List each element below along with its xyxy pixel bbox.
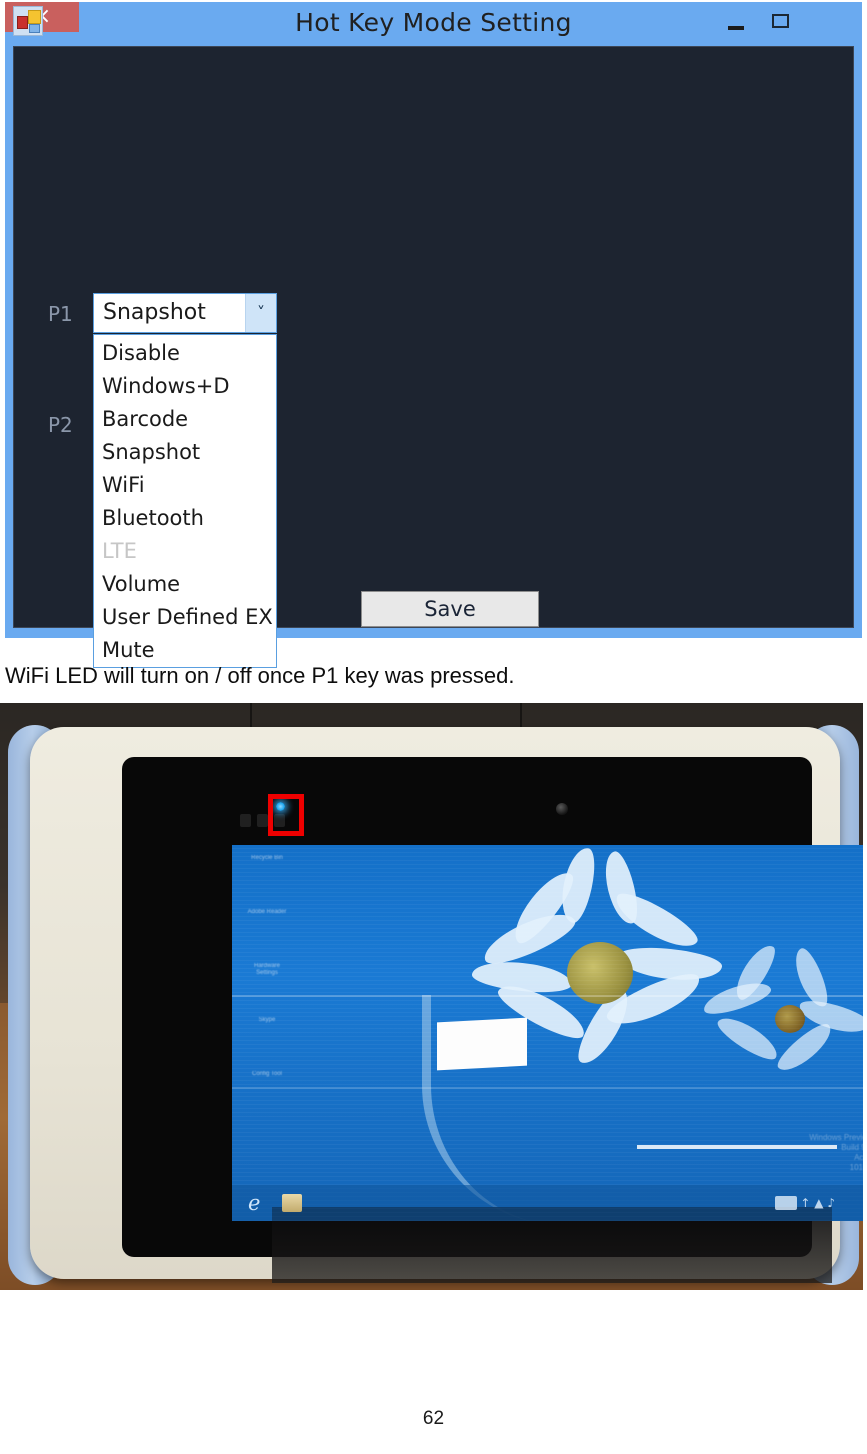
- windows-watermark-line: 10100%: [849, 1163, 863, 1172]
- tablet-screen: Recycle Bin Adobe Reader Hardware Settin…: [232, 845, 863, 1221]
- p1-mode-dropdown-list[interactable]: Disable Windows+D Barcode Snapshot WiFi Bluet…: [93, 334, 277, 668]
- wallpaper-petal: [556, 845, 600, 926]
- desktop-icon-config-tool[interactable]: Config Tool: [244, 1069, 290, 1078]
- p1-label: P1: [48, 302, 73, 326]
- p1-mode-selected-value: Snapshot: [103, 300, 206, 325]
- wallpaper-petal: [470, 957, 574, 997]
- desktop-icon-hardware-settings[interactable]: Hardware Settings: [244, 961, 290, 977]
- combo-option-windows-d[interactable]: Windows+D: [94, 370, 276, 403]
- save-button[interactable]: Save: [361, 591, 539, 627]
- combo-option-lte: LTE: [102, 539, 137, 563]
- tablet-body: Recycle Bin Adobe Reader Hardware Settin…: [30, 727, 863, 1283]
- desktop-icon-skype[interactable]: Skype: [244, 1015, 290, 1024]
- windows-watermark: Windows Preview 2Build 9200Act Ltd10100%: [809, 1133, 863, 1173]
- window-title-bar[interactable]: Hot Key Mode Setting ×: [5, 2, 862, 44]
- dialog-content-area: P1 P2 Snapshot ˅ Disable Windows+D Barcode…: [13, 46, 854, 668]
- p2-label: P2: [48, 413, 73, 437]
- hot-key-mode-setting-window: Hot Key Mode Setting × P1 P2 Snapshot ˅ …: [5, 2, 862, 668]
- taskbar[interactable]: e ↑ ▲ ♪: [232, 1185, 863, 1221]
- file-explorer-icon[interactable]: [282, 1194, 302, 1212]
- front-camera-icon: [556, 803, 568, 815]
- p1-mode-combobox[interactable]: Snapshot ˅: [93, 293, 277, 333]
- lock-indicator-icon: [240, 814, 251, 827]
- chevron-down-icon[interactable]: ˅: [245, 294, 276, 332]
- tablet-bezel: Recycle Bin Adobe Reader Hardware Settin…: [122, 757, 863, 1283]
- desktop-icon-adobe-reader[interactable]: Adobe Reader: [244, 907, 290, 916]
- combo-option-snapshot[interactable]: Snapshot: [94, 436, 276, 469]
- desktop-icon-label: Skype: [258, 1017, 276, 1023]
- windows-watermark-line: Windows Preview 2: [809, 1133, 863, 1142]
- desktop-icon-label: Config Tool: [252, 1071, 282, 1077]
- combo-option-user-defined-ex[interactable]: User Defined EX: [94, 601, 276, 634]
- maximize-icon: [771, 14, 789, 28]
- wallpaper-petal: [713, 1010, 783, 1066]
- combo-option-barcode[interactable]: Barcode: [94, 403, 276, 436]
- desktop-icon-label: Adobe Reader: [247, 909, 287, 915]
- maximize-button[interactable]: [760, 2, 800, 36]
- tablet-photo: Recycle Bin Adobe Reader Hardware Settin…: [0, 703, 863, 1290]
- wallpaper-flower-center-secondary: [775, 1005, 805, 1033]
- caption-text: WiFi LED will turn on / off once P1 key …: [5, 663, 515, 688]
- screen-glare: [437, 1017, 527, 1071]
- windows-watermark-line: Act Ltd: [854, 1153, 863, 1162]
- combo-option-bluetooth[interactable]: Bluetooth: [94, 502, 276, 535]
- wallpaper-petal: [609, 885, 703, 957]
- desktop-icon-label: Recycle Bin: [251, 855, 283, 861]
- windows-watermark-line: Build 9200: [841, 1143, 863, 1152]
- minimize-icon: [728, 26, 744, 30]
- screen-scan-band: [232, 995, 863, 997]
- screen-scan-band-secondary: [232, 1087, 863, 1089]
- screen-glare-streak: [637, 1145, 837, 1149]
- system-tray-icons[interactable]: ↑ ▲ ♪: [800, 1195, 835, 1211]
- combo-option-volume[interactable]: Volume: [94, 568, 276, 601]
- desktop-icon-label: Hardware Settings: [253, 963, 280, 976]
- minimize-button[interactable]: [712, 2, 760, 36]
- keyboard-tray-icon[interactable]: [775, 1196, 797, 1210]
- combo-option-wifi[interactable]: WiFi: [94, 469, 276, 502]
- internet-explorer-icon[interactable]: e: [248, 1191, 272, 1215]
- combo-option-disable[interactable]: Disable: [94, 337, 276, 370]
- desktop-icon-recycle-bin[interactable]: Recycle Bin: [244, 853, 290, 862]
- page-number: 62: [422, 1408, 445, 1429]
- battery-indicator-icon: [257, 814, 268, 827]
- wifi-led-highlight-box: [268, 794, 304, 836]
